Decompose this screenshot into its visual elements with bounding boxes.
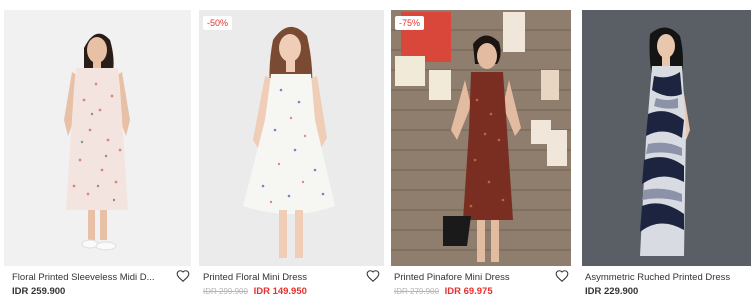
product-price: IDR 229.900 [585, 286, 639, 297]
product-name[interactable]: Printed Pinafore Mini Dress [394, 272, 544, 283]
price-row: IDR 229.900 [585, 286, 638, 297]
sale-price: IDR 69.975 [444, 286, 493, 297]
product-name[interactable]: Printed Floral Mini Dress [203, 272, 353, 283]
wishlist-heart-icon[interactable] [176, 269, 190, 283]
product-name[interactable]: Floral Printed Sleeveless Midi D... [12, 272, 160, 283]
price-row: IDR 259.900 [12, 286, 65, 297]
discount-badge: -50% [203, 16, 233, 30]
product-name[interactable]: Asymmetric Ruched Printed Dress [585, 272, 745, 283]
product-image[interactable] [4, 10, 191, 266]
sale-price: IDR 149.950 [253, 286, 307, 297]
price-row: IDR 299.900 IDR 149.950 [203, 286, 307, 297]
wishlist-heart-icon[interactable] [555, 269, 569, 283]
product-image[interactable] [199, 10, 384, 266]
product-price: IDR 259.900 [12, 286, 66, 297]
product-image[interactable] [391, 10, 571, 266]
price-row: IDR 279.900 IDR 69.975 [394, 286, 493, 297]
product-image[interactable] [582, 10, 751, 266]
discount-badge: -75% [395, 16, 425, 30]
wishlist-heart-icon[interactable] [366, 269, 380, 283]
